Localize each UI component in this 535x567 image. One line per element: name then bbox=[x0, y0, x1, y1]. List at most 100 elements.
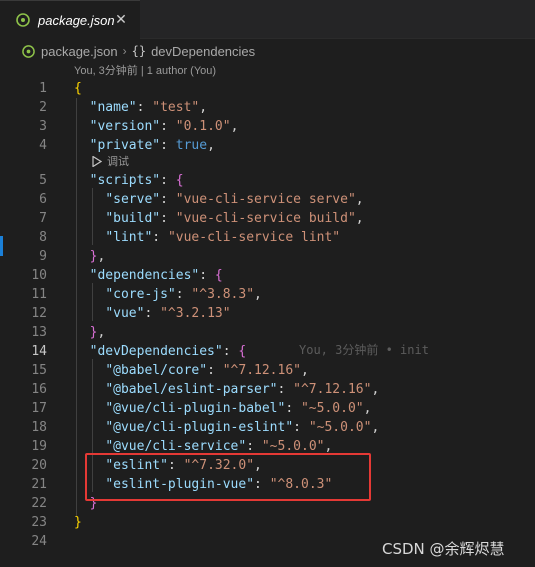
line-number: 11 bbox=[31, 287, 47, 302]
code-token: "^7.12.16" bbox=[293, 382, 372, 397]
line-code: "@babel/core": "^7.12.16", bbox=[74, 361, 309, 380]
code-token: : bbox=[136, 100, 153, 115]
watermark: CSDN @余辉烬慧 bbox=[382, 540, 505, 558]
code-token: true bbox=[175, 138, 208, 153]
code-token: "^7.12.16" bbox=[222, 363, 301, 378]
code-token: : bbox=[222, 344, 239, 359]
line-code: "lint": "vue-cli-service lint" bbox=[74, 228, 340, 247]
line-code: "private": true, bbox=[74, 136, 215, 155]
code-token: "devDependencies" bbox=[89, 344, 223, 359]
codelens-debug[interactable]: 调试 bbox=[92, 153, 129, 169]
code-token: : bbox=[246, 439, 262, 454]
code-line[interactable]: 12 "vue": "^3.2.13" bbox=[0, 304, 535, 323]
line-number: 23 bbox=[31, 515, 47, 530]
breadcrumb-symbol[interactable]: devDependencies bbox=[151, 44, 255, 59]
code-token: "^3.8.3" bbox=[191, 287, 255, 302]
line-number: 1 bbox=[39, 81, 47, 96]
code-line[interactable]: 16 "@babel/eslint-parser": "^7.12.16", bbox=[0, 380, 535, 399]
line-code: "dependencies": { bbox=[74, 266, 223, 285]
line-number: 8 bbox=[39, 230, 47, 245]
tab-package-json[interactable]: package.json ✕ bbox=[0, 0, 140, 39]
code-line[interactable]: 8 "lint": "vue-cli-service lint" bbox=[0, 228, 535, 247]
line-code: "@vue/cli-plugin-babel": "~5.0.0", bbox=[74, 399, 371, 418]
breadcrumb: package.json › {} devDependencies bbox=[0, 40, 535, 62]
line-code: "vue": "^3.2.13" bbox=[74, 304, 231, 323]
line-code: "version": "0.1.0", bbox=[74, 117, 239, 136]
line-number: 9 bbox=[39, 249, 47, 264]
code-line[interactable]: 17 "@vue/cli-plugin-babel": "~5.0.0", bbox=[0, 399, 535, 418]
line-code: }, bbox=[74, 247, 106, 266]
code-token: "serve" bbox=[105, 192, 161, 207]
line-number: 16 bbox=[31, 382, 47, 397]
code-line[interactable]: 23} bbox=[0, 513, 535, 532]
line-code: "devDependencies": { bbox=[74, 342, 247, 361]
code-token: "name" bbox=[89, 100, 137, 115]
line-code: "name": "test", bbox=[74, 98, 207, 117]
code-token: "vue-cli-service lint" bbox=[167, 230, 341, 245]
line-number: 2 bbox=[39, 100, 47, 115]
line-number: 15 bbox=[31, 363, 47, 378]
code-token: "test" bbox=[152, 100, 200, 115]
line-number: 4 bbox=[39, 138, 47, 153]
line-code: "serve": "vue-cli-service serve", bbox=[74, 190, 363, 209]
breadcrumb-file[interactable]: package.json bbox=[41, 44, 118, 59]
code-line[interactable]: 13 }, bbox=[0, 323, 535, 342]
code-token: "^3.2.13" bbox=[160, 306, 231, 321]
code-token: "vue" bbox=[105, 306, 145, 321]
line-number: 17 bbox=[31, 401, 47, 416]
code-token: "@vue/cli-service" bbox=[105, 439, 247, 454]
code-token: "scripts" bbox=[89, 173, 161, 188]
code-token: : bbox=[144, 306, 161, 321]
code-line[interactable]: 1{ bbox=[0, 79, 535, 98]
code-token: : bbox=[277, 382, 294, 397]
line-code: "scripts": { bbox=[74, 171, 184, 190]
code-line[interactable]: 10 "dependencies": { bbox=[0, 266, 535, 285]
line-number: 20 bbox=[31, 458, 47, 473]
code-token: "build" bbox=[105, 211, 161, 226]
code-token: { bbox=[74, 81, 82, 96]
line-code: "build": "vue-cli-service build", bbox=[74, 209, 363, 228]
highlight-box bbox=[85, 453, 371, 501]
code-token: , bbox=[199, 100, 208, 115]
line-code: } bbox=[74, 513, 82, 532]
line-number: 19 bbox=[31, 439, 47, 454]
code-line[interactable]: 5 "scripts": { bbox=[0, 171, 535, 190]
code-line[interactable]: 9 }, bbox=[0, 247, 535, 266]
code-token: "version" bbox=[89, 119, 161, 134]
code-line[interactable]: 7 "build": "vue-cli-service build", bbox=[0, 209, 535, 228]
code-token: : bbox=[175, 287, 192, 302]
line-number: 5 bbox=[39, 173, 47, 188]
code-token: : bbox=[285, 401, 301, 416]
code-line[interactable]: 14 "devDependencies": { bbox=[0, 342, 535, 361]
json-file-icon bbox=[22, 44, 35, 58]
code-line[interactable]: 6 "serve": "vue-cli-service serve", bbox=[0, 190, 535, 209]
code-line[interactable]: 11 "core-js": "^3.8.3", bbox=[0, 285, 535, 304]
code-line[interactable]: 18 "@vue/cli-plugin-eslint": "~5.0.0", bbox=[0, 418, 535, 437]
line-number: 21 bbox=[31, 477, 47, 492]
code-line[interactable]: 3 "version": "0.1.0", bbox=[0, 117, 535, 136]
code-token: , bbox=[230, 119, 239, 134]
code-token: "@babel/core" bbox=[105, 363, 208, 378]
code-line[interactable]: 15 "@babel/core": "^7.12.16", bbox=[0, 361, 535, 380]
line-number: 3 bbox=[39, 119, 47, 134]
line-code: "@vue/cli-plugin-eslint": "~5.0.0", bbox=[74, 418, 379, 437]
codelens-author[interactable]: You, 3分钟前 | 1 author (You) bbox=[74, 62, 216, 78]
line-number: 22 bbox=[31, 496, 47, 511]
code-line[interactable]: 2 "name": "test", bbox=[0, 98, 535, 117]
code-line[interactable]: 4 "private": true, bbox=[0, 136, 535, 155]
git-blame-annotation: You, 3分钟前 • init bbox=[299, 343, 429, 357]
close-icon[interactable]: ✕ bbox=[113, 12, 129, 28]
